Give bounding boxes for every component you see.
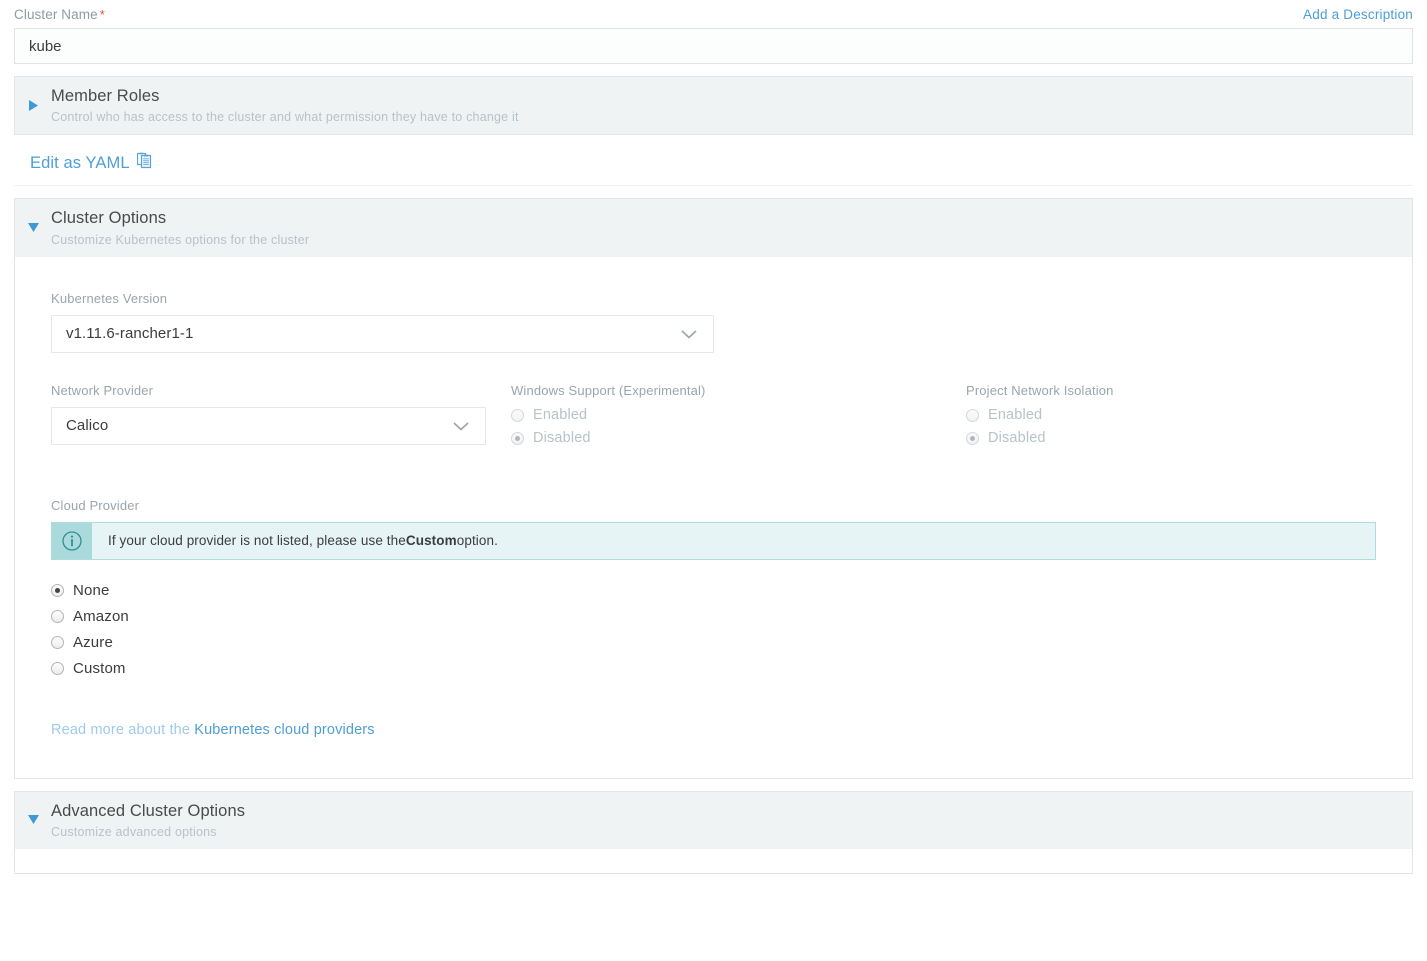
windows-support-field: Windows Support (Experimental) Enabled D… xyxy=(511,383,966,454)
network-provider-select[interactable]: Calico xyxy=(51,406,486,445)
cloud-provider-field: Cloud Provider If your cloud provider is… xyxy=(51,498,1376,738)
cloud-provider-azure-label: Azure xyxy=(73,633,113,651)
cloud-provider-label: Cloud Provider xyxy=(51,497,140,513)
member-roles-title: Member Roles xyxy=(51,87,160,105)
project-network-isolation-label: Project Network Isolation xyxy=(966,382,1114,398)
cloud-provider-info-banner: If your cloud provider is not listed, pl… xyxy=(51,521,1376,560)
advanced-cluster-options-titles: Advanced Cluster Options Customize advan… xyxy=(51,801,1412,839)
advanced-cluster-options-subtitle: Customize advanced options xyxy=(51,825,217,840)
cluster-name-row: Cluster Name * Add a Description xyxy=(14,0,1413,28)
banner-text-after: option. xyxy=(456,533,498,549)
radio-icon-selected xyxy=(511,432,524,446)
network-options-row: Network Provider Calico Windows Support xyxy=(51,383,1376,454)
clipboard-copy-icon xyxy=(136,152,154,174)
required-asterisk: * xyxy=(99,7,105,22)
radio-icon-selected xyxy=(51,584,64,598)
member-roles-accordion: Member Roles Control who has access to t… xyxy=(14,76,1413,136)
network-provider-select-box[interactable]: Calico xyxy=(51,406,486,445)
cluster-name-label-text: Cluster Name xyxy=(14,7,98,22)
radio-icon xyxy=(511,409,524,423)
network-provider-field: Network Provider Calico xyxy=(51,383,511,454)
chevron-down-icon xyxy=(451,420,471,432)
radio-icon xyxy=(966,409,979,423)
cloud-provider-custom-label: Custom xyxy=(73,659,126,677)
windows-support-option-disabled[interactable]: Disabled xyxy=(511,430,966,447)
cloud-provider-option-none[interactable]: None xyxy=(51,582,1376,600)
read-more-prefix: Read more about the xyxy=(51,721,195,738)
radio-icon xyxy=(51,610,64,624)
cluster-options-header[interactable]: Cluster Options Customize Kubernetes opt… xyxy=(15,199,1412,257)
kubernetes-version-select[interactable]: v1.11.6-rancher1-1 xyxy=(51,314,714,353)
cloud-provider-radio-group: None Amazon Azure Custom xyxy=(51,582,1376,678)
cloud-provider-banner-text: If your cloud provider is not listed, pl… xyxy=(92,523,1375,559)
radio-icon-selected xyxy=(966,432,979,446)
cloud-provider-option-amazon[interactable]: Amazon xyxy=(51,608,1376,626)
triangle-down-icon[interactable] xyxy=(15,815,51,825)
cloud-provider-amazon-label: Amazon xyxy=(73,607,129,625)
cluster-options-title: Cluster Options xyxy=(51,209,167,228)
network-provider-label: Network Provider xyxy=(51,382,154,398)
kubernetes-version-field: Kubernetes Version v1.11.6-rancher1-1 xyxy=(51,291,714,353)
info-circle-icon xyxy=(52,522,92,559)
project-network-isolation-field: Project Network Isolation Enabled Disabl… xyxy=(966,383,1376,454)
banner-text-bold: Custom xyxy=(405,533,457,549)
network-provider-value: Calico xyxy=(66,417,109,435)
kubernetes-version-value: v1.11.6-rancher1-1 xyxy=(66,325,194,343)
edit-as-yaml-button[interactable]: Edit as YAML xyxy=(14,152,154,174)
project-isolation-disabled-label: Disabled xyxy=(988,430,1046,447)
cloud-provider-read-more: Read more about the Kubernetes cloud pro… xyxy=(51,722,1376,738)
project-isolation-enabled-label: Enabled xyxy=(988,406,1043,423)
add-description-link[interactable]: Add a Description xyxy=(1303,7,1413,22)
kubernetes-version-select-box[interactable]: v1.11.6-rancher1-1 xyxy=(51,314,714,353)
radio-icon xyxy=(51,662,64,676)
cluster-options-body: Kubernetes Version v1.11.6-rancher1-1 Ne… xyxy=(15,256,1412,778)
cluster-options-accordion: Cluster Options Customize Kubernetes opt… xyxy=(14,198,1413,779)
project-isolation-option-enabled[interactable]: Enabled xyxy=(966,407,1376,424)
cluster-options-content: Kubernetes Version v1.11.6-rancher1-1 Ne… xyxy=(15,257,1412,778)
edit-as-yaml-label: Edit as YAML xyxy=(30,153,130,172)
cloud-provider-option-custom[interactable]: Custom xyxy=(51,660,1376,678)
windows-support-enabled-label: Enabled xyxy=(533,406,588,423)
cluster-create-form: Cluster Name* Add a Description Member R… xyxy=(0,0,1427,961)
chevron-down-icon xyxy=(679,328,699,340)
kubernetes-version-label: Kubernetes Version xyxy=(51,290,168,306)
edit-as-yaml-row: Edit as YAML xyxy=(14,152,1413,187)
cloud-provider-option-azure[interactable]: Azure xyxy=(51,634,1376,652)
triangle-down-icon[interactable] xyxy=(15,223,51,233)
cluster-options-titles: Cluster Options Customize Kubernetes opt… xyxy=(51,208,1412,246)
member-roles-header[interactable]: Member Roles Control who has access to t… xyxy=(15,77,1412,135)
triangle-right-icon[interactable] xyxy=(15,99,51,111)
banner-text-before: If your cloud provider is not listed, pl… xyxy=(108,533,406,549)
cluster-options-subtitle: Customize Kubernetes options for the clu… xyxy=(51,232,310,247)
advanced-cluster-options-accordion: Advanced Cluster Options Customize advan… xyxy=(14,790,1413,875)
radio-icon xyxy=(51,636,64,650)
cloud-provider-none-label: None xyxy=(73,581,110,599)
project-isolation-option-disabled[interactable]: Disabled xyxy=(966,430,1376,447)
member-roles-subtitle: Control who has access to the cluster an… xyxy=(51,110,519,125)
advanced-cluster-options-header[interactable]: Advanced Cluster Options Customize advan… xyxy=(15,791,1412,850)
cluster-name-input[interactable] xyxy=(14,28,1413,64)
kubernetes-cloud-providers-link[interactable]: Kubernetes cloud providers xyxy=(194,722,374,738)
windows-support-option-enabled[interactable]: Enabled xyxy=(511,407,966,424)
windows-support-disabled-label: Disabled xyxy=(533,430,591,447)
advanced-cluster-options-title: Advanced Cluster Options xyxy=(51,801,246,820)
cluster-name-label: Cluster Name * xyxy=(14,0,105,22)
advanced-cluster-options-body xyxy=(15,849,1412,874)
member-roles-titles: Member Roles Control who has access to t… xyxy=(51,86,1412,124)
windows-support-label: Windows Support (Experimental) xyxy=(511,382,706,398)
